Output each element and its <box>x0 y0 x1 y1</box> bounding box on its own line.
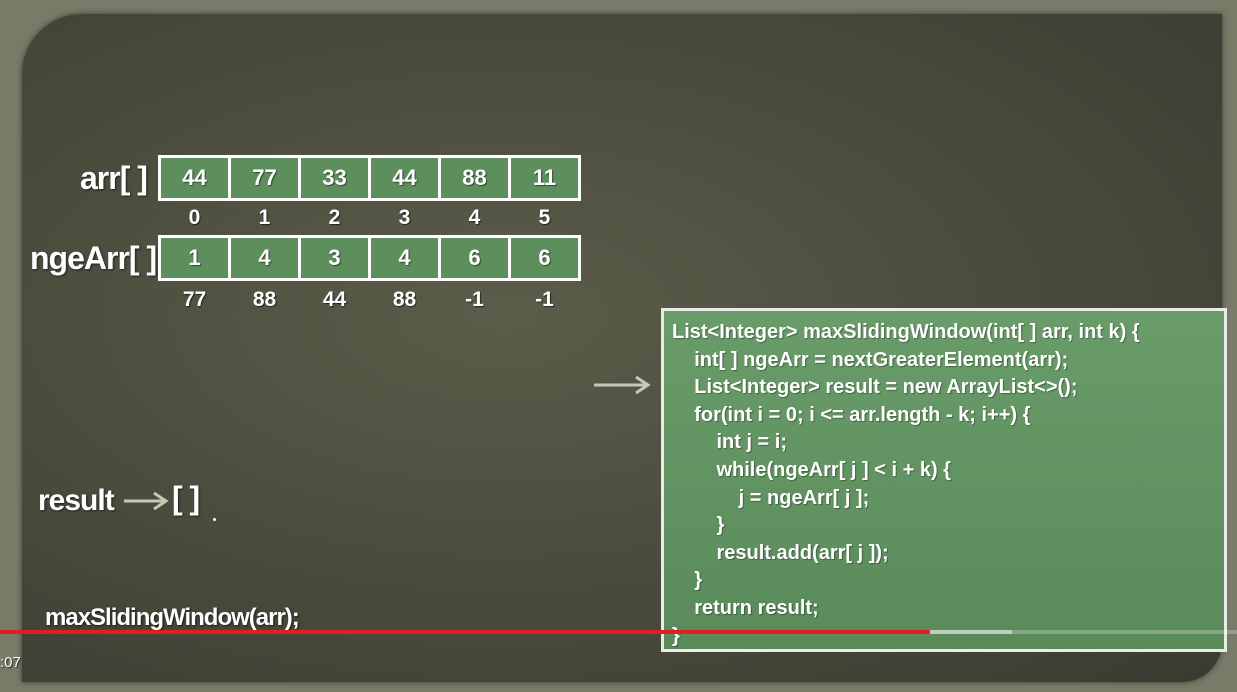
result-value: [ ] <box>172 480 200 516</box>
arr-index: 5 <box>538 206 551 229</box>
cursor-dot <box>213 518 216 521</box>
arr-cell: 77 <box>231 158 298 198</box>
nge-next-value: 77 <box>182 288 207 311</box>
arr-cell: 88 <box>441 158 508 198</box>
code-box: List<Integer> maxSlidingWindow(int[ ] ar… <box>661 308 1227 652</box>
result-label: result <box>38 484 115 517</box>
code-line: int[ ] ngeArr = nextGreaterElement(arr); <box>672 348 1069 371</box>
code-line: result.add(arr[ j ]); <box>672 541 889 564</box>
arr-cell: 33 <box>301 158 368 198</box>
nge-cell: 6 <box>511 238 578 278</box>
progress-bar[interactable] <box>0 630 1237 634</box>
code-line: } <box>672 514 725 537</box>
arr-index: 1 <box>258 206 271 229</box>
arr-index: 0 <box>188 206 201 229</box>
call-text: maxSlidingWindow(arr); <box>45 604 300 631</box>
code-line: List<Integer> maxSlidingWindow(int[ ] ar… <box>672 321 1140 343</box>
arr-index-row: 0 1 2 3 4 5 <box>161 206 578 230</box>
result-arrow-icon <box>124 491 169 511</box>
code-line: for(int i = 0; i <= arr.length - k; i++)… <box>672 403 1031 426</box>
code-line: } <box>672 569 703 592</box>
code-line: j = ngeArr[ j ]; <box>672 486 870 509</box>
arr-index: 3 <box>398 206 411 229</box>
nge-next-values-row: 77 88 44 88 -1 -1 <box>161 288 578 312</box>
code-line: int j = i; <box>672 431 788 454</box>
nge-array: 143466 <box>158 235 581 281</box>
nge-arr-label: ngeArr[ ] <box>30 240 157 276</box>
nge-next-value: 44 <box>322 288 347 311</box>
nge-next-value: 88 <box>252 288 277 311</box>
arr-cell: 44 <box>161 158 228 198</box>
nge-cell: 4 <box>231 238 298 278</box>
arr-cell: 44 <box>371 158 438 198</box>
arr-array: 44 77 33 44 88 11 <box>158 155 581 201</box>
code-line: while(ngeArr[ j ] < i + k) { <box>672 458 951 481</box>
nge-next-value: -1 <box>465 288 484 311</box>
nge-next-value: -1 <box>535 288 554 311</box>
arrow-right-icon <box>594 375 651 395</box>
nge-cell: 3 <box>301 238 368 278</box>
nge-next-value: 88 <box>392 288 417 311</box>
nge-cell: 4 <box>371 238 438 278</box>
arr-cell: 11 <box>511 158 578 198</box>
progress-played <box>0 630 931 634</box>
arr-index: 4 <box>468 206 481 229</box>
video-frame: arr[ ] 44 77 33 44 88 11 012345 ngeArr[ ] 143… <box>0 0 1237 692</box>
nge-cell: 1 <box>161 238 228 278</box>
arr-index: 2 <box>328 206 341 229</box>
nge-cell: 6 <box>441 238 508 278</box>
code-line: return result; <box>672 596 819 619</box>
code-line: } <box>672 624 680 647</box>
time-display: :07 <box>0 654 21 671</box>
code-line: List<Integer> result = new ArrayList<>()… <box>672 376 1078 399</box>
arr-label: arr[ ] <box>80 160 148 196</box>
